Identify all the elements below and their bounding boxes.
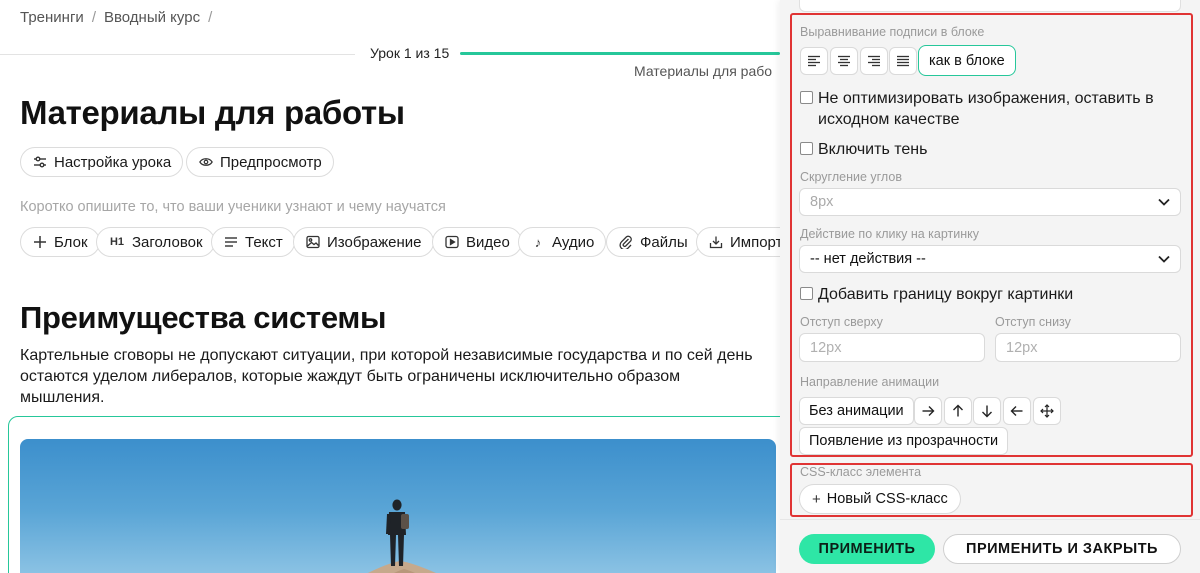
border-label: Добавить границу вокруг картинки <box>818 286 1074 303</box>
arrow-right-icon <box>922 406 935 416</box>
arrow-left-icon <box>1010 406 1023 416</box>
image-icon <box>305 234 321 250</box>
add-heading-button[interactable]: H1 Заголовок <box>96 227 215 257</box>
animation-up-button[interactable] <box>944 397 972 425</box>
panel-footer-divider <box>780 519 1200 520</box>
lesson-settings-label: Настройка урока <box>54 153 172 171</box>
music-note-icon: ♪ <box>534 234 542 250</box>
add-css-class-button[interactable]: + Новый CSS-класс <box>799 484 961 514</box>
corner-radius-select[interactable]: 8px <box>799 188 1181 216</box>
align-right-icon <box>868 55 880 67</box>
lesson-progress-bar <box>460 52 780 55</box>
video-icon <box>444 234 460 250</box>
border-option[interactable]: Добавить границу вокруг картинки <box>800 284 1073 305</box>
animation-right-button[interactable] <box>914 397 942 425</box>
corner-radius-value: 8px <box>810 194 834 210</box>
click-action-value: -- нет действия -- <box>810 251 926 267</box>
add-audio-button[interactable]: ♪ Аудио <box>518 227 607 257</box>
margin-bottom-label: Отступ снизу <box>995 315 1071 329</box>
text-lines-icon <box>223 234 239 250</box>
plus-icon <box>32 234 48 250</box>
shadow-label: Включить тень <box>818 141 928 158</box>
apply-and-close-button[interactable]: ПРИМЕНИТЬ И ЗАКРЫТЬ <box>943 534 1181 564</box>
heading-icon: H1 <box>109 236 125 248</box>
previous-setting-field[interactable] <box>799 0 1181 12</box>
align-justify-icon <box>897 55 909 67</box>
plus-icon: + <box>812 490 821 508</box>
import-button[interactable]: Импорт <box>696 227 780 257</box>
caption-align-label: Выравнивание подписи в блоке <box>800 25 985 39</box>
css-class-label: CSS-класс элемента <box>800 465 922 479</box>
add-video-button[interactable]: Видео <box>432 227 522 257</box>
lesson-progress-track <box>0 54 355 55</box>
align-center-icon <box>838 55 850 67</box>
add-image-label: Изображение <box>327 233 422 251</box>
no-optimize-option[interactable]: Не оптимизировать изображения, оставить … <box>800 88 1180 130</box>
lesson-subtitle: Материалы для рабо <box>634 63 773 79</box>
align-justify-button[interactable] <box>889 47 917 75</box>
page-title[interactable]: Материалы для работы <box>20 94 405 132</box>
lesson-settings-button[interactable]: Настройка урока <box>20 147 184 177</box>
lesson-description-input[interactable]: Коротко опишите то, что ваши ученики узн… <box>20 199 446 215</box>
chevron-down-icon <box>1158 198 1170 206</box>
sliders-icon <box>32 154 48 170</box>
no-optimize-checkbox[interactable] <box>800 91 813 104</box>
animation-down-button[interactable] <box>973 397 1001 425</box>
add-block-button[interactable]: Блок <box>20 227 100 257</box>
breadcrumb-separator: / <box>208 9 213 26</box>
click-action-select[interactable]: -- нет действия -- <box>799 245 1181 273</box>
animation-move-button[interactable] <box>1033 397 1061 425</box>
align-left-button[interactable] <box>800 47 828 75</box>
apply-button[interactable]: ПРИМЕНИТЬ <box>799 534 935 564</box>
align-as-block-button[interactable]: как в блоке <box>918 45 1016 76</box>
import-label: Импорт <box>730 233 780 251</box>
no-optimize-label: Не оптимизировать изображения, оставить … <box>818 90 1154 128</box>
add-text-button[interactable]: Текст <box>211 227 295 257</box>
add-files-label: Файлы <box>640 233 688 251</box>
animation-left-button[interactable] <box>1003 397 1031 425</box>
lesson-editor: Тренинги / Вводный курс / Урок 1 из 15 М… <box>0 0 780 573</box>
margin-bottom-input[interactable]: 12px <box>995 333 1181 362</box>
click-action-label: Действие по клику на картинку <box>800 227 980 241</box>
arrow-down-icon <box>982 405 992 418</box>
animation-fade-button[interactable]: Появление из прозрачности <box>799 427 1009 455</box>
add-files-button[interactable]: Файлы <box>606 227 700 257</box>
content-paragraph[interactable]: Картельные сговоры не допускают ситуации… <box>20 345 765 408</box>
border-checkbox[interactable] <box>800 287 813 300</box>
arrow-up-icon <box>953 404 963 417</box>
add-text-label: Текст <box>245 233 283 251</box>
eye-icon <box>198 154 214 170</box>
align-left-icon <box>808 55 820 67</box>
add-css-class-label: Новый CSS-класс <box>826 491 948 507</box>
align-center-button[interactable] <box>830 47 858 75</box>
breadcrumb: Тренинги / Вводный курс / <box>20 9 212 26</box>
shadow-option[interactable]: Включить тень <box>800 139 927 160</box>
add-image-button[interactable]: Изображение <box>293 227 434 257</box>
add-audio-label: Аудио <box>552 233 595 251</box>
corner-radius-label: Скругление углов <box>800 170 902 184</box>
animation-none-button[interactable]: Без анимации <box>799 397 914 425</box>
lesson-counter: Урок 1 из 15 <box>370 45 450 61</box>
paperclip-icon <box>618 234 634 250</box>
margin-top-input[interactable]: 12px <box>799 333 985 362</box>
breadcrumb-item-trainings[interactable]: Тренинги <box>20 9 84 26</box>
image-block-picture[interactable] <box>20 439 776 573</box>
breadcrumb-separator: / <box>91 9 96 26</box>
breadcrumb-item-course[interactable]: Вводный курс <box>104 9 200 26</box>
hiker-on-dune-image <box>367 499 436 573</box>
chevron-down-icon <box>1158 255 1170 263</box>
content-heading[interactable]: Преимущества системы <box>20 300 386 336</box>
preview-button[interactable]: Предпросмотр <box>186 147 334 177</box>
move-icon <box>1040 404 1054 418</box>
align-right-button[interactable] <box>860 47 888 75</box>
add-video-label: Видео <box>466 233 510 251</box>
shadow-checkbox[interactable] <box>800 142 813 155</box>
margin-top-label: Отступ сверху <box>800 315 883 329</box>
add-block-label: Блок <box>54 233 88 251</box>
preview-label: Предпросмотр <box>220 153 322 171</box>
add-heading-label: Заголовок <box>132 233 203 251</box>
animation-label: Направление анимации <box>800 375 940 389</box>
import-icon <box>708 234 724 250</box>
